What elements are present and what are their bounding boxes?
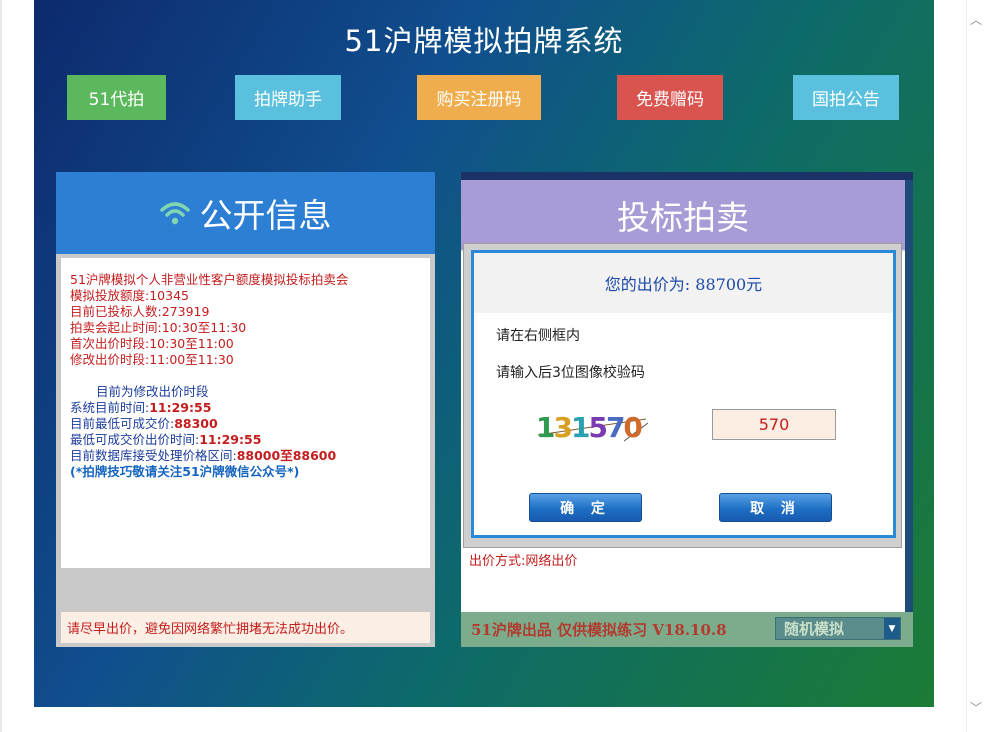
mode-select[interactable]: 随机模拟 ▼: [775, 617, 901, 640]
nav-button-buy-code[interactable]: 购买注册码: [417, 75, 541, 120]
min-price-time-row: 最低可成交价出价时间:11:29:55: [70, 432, 348, 448]
scroll-down-icon[interactable]: ﹀: [970, 702, 982, 714]
nav-button-assistant[interactable]: 拍牌助手: [235, 75, 341, 120]
bid-method: 出价方式:网络出价: [469, 554, 578, 569]
cancel-button[interactable]: 取 消: [719, 493, 832, 522]
range-value: 88000至88600: [236, 448, 337, 463]
confirm-button[interactable]: 确 定: [529, 493, 642, 522]
page-title: 51沪牌模拟拍牌系统: [344, 24, 624, 58]
min-price-label: 目前最低可成交价:: [70, 416, 175, 431]
wifi-icon: [159, 202, 190, 225]
nav-button-announcement[interactable]: 国拍公告: [793, 75, 899, 120]
footer-version-text: 51沪牌出品 仅供模拟练习 V18.10.8: [471, 621, 727, 639]
scroll-up-icon[interactable]: ︿: [970, 14, 982, 26]
min-price-time-label: 最低可成交价出价时间:: [70, 432, 200, 447]
mode-select-value: 随机模拟: [784, 620, 845, 638]
status-heading: 目前为修改出价时段: [96, 384, 209, 399]
info-box: 51沪牌模拟个人非营业性客户额度模拟投标拍卖会 模拟投放额度:10345 目前已…: [61, 258, 430, 568]
captcha-input[interactable]: 570: [712, 409, 836, 440]
system-time-value: 11:29:55: [149, 400, 212, 415]
instruction-line-1: 请在右侧框内: [496, 328, 580, 344]
info-line: 目前已投标人数:273919: [70, 304, 210, 319]
system-time-label: 系统目前时间:: [70, 400, 150, 415]
min-price-row: 目前最低可成交价:88300: [70, 416, 348, 432]
bid-panel-strip: [905, 180, 913, 620]
range-label: 目前数据库接受处理价格区间:: [70, 448, 237, 463]
svg-text:131570: 131570: [536, 411, 642, 444]
page-scrollbar[interactable]: ︿ ﹀: [966, 0, 985, 732]
bid-panel-topbar: [461, 172, 913, 180]
instruction-line-2: 请输入后3位图像校验码: [496, 365, 645, 381]
min-price-time-value: 11:29:55: [199, 432, 262, 447]
bid-amount-text: 您的出价为: 88700元: [474, 253, 893, 313]
bid-confirm-dialog: 您的出价为: 88700元 请在右侧框内 请输入后3位图像校验码 131570 …: [471, 250, 896, 538]
info-line: 首次出价时段:10:30至11:00: [70, 336, 234, 351]
bid-panel-header: 投标拍卖: [461, 180, 905, 250]
public-info-header: 公开信息: [56, 172, 435, 254]
public-info-title: 公开信息: [199, 196, 332, 235]
left-footer-notice: 请尽早出价，避免因网络繁忙拥堵无法成功出价。: [61, 612, 430, 643]
info-lines: 51沪牌模拟个人非营业性客户额度模拟投标拍卖会 模拟投放额度:10345 目前已…: [70, 272, 348, 480]
info-line: 修改出价时段:11:00至11:30: [70, 352, 234, 367]
nav-button-free-code[interactable]: 免费赠码: [617, 75, 723, 120]
captcha-image: 131570: [536, 411, 649, 444]
chevron-down-icon[interactable]: ▼: [884, 618, 900, 639]
system-time-row: 系统目前时间:11:29:55: [70, 400, 348, 416]
window-left-border: [0, 0, 2, 732]
public-info-panel: 公开信息 51沪牌模拟个人非营业性客户额度模拟投标拍卖会 模拟投放额度:1034…: [56, 172, 435, 647]
tip-text: (*拍牌技巧敬请关注51沪牌微信公众号*): [70, 464, 300, 479]
info-line: 51沪牌模拟个人非营业性客户额度模拟投标拍卖会: [70, 272, 349, 287]
info-line: 模拟投放额度:10345: [70, 288, 189, 303]
range-row: 目前数据库接受处理价格区间:88000至88600: [70, 448, 348, 464]
bid-panel-footer: 51沪牌出品 仅供模拟练习 V18.10.8 随机模拟 ▼: [461, 612, 913, 647]
nav-button-51-proxy[interactable]: 51代拍: [67, 75, 166, 120]
info-line: 拍卖会起止时间:10:30至11:30: [70, 320, 247, 335]
min-price-value: 88300: [174, 416, 218, 431]
